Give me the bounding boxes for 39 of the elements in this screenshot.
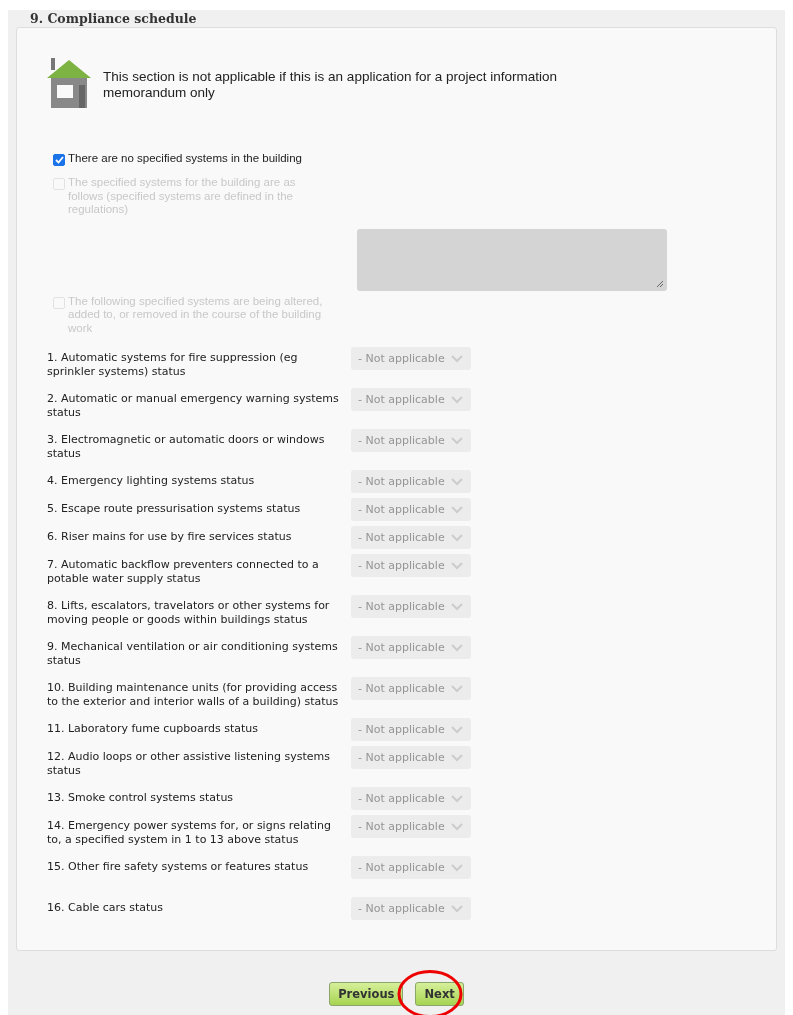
system-label: 7. Automatic backflow preventers connected to a potable water supply status <box>47 557 320 586</box>
system-label: 16. Cable cars status <box>47 900 165 915</box>
chevron-down-icon <box>451 354 463 363</box>
nav-button[interactable]: Next <box>415 982 464 1006</box>
system-label: 3. Electromagnetic or automatic doors or windows status <box>47 432 326 461</box>
chevron-down-icon <box>451 725 463 734</box>
system-label: 8. Lifts, escalators, travelators or other systems for moving people or goods within buildings status <box>47 598 331 627</box>
checkbox[interactable] <box>53 154 65 166</box>
system-label: 2. Automatic or manual emergency warning systems status <box>47 391 340 420</box>
chevron-down-icon <box>451 436 463 445</box>
notice-text: This section is not applicable if this is an application for a project information memorandum only <box>103 69 558 101</box>
chevron-down-icon <box>451 643 463 652</box>
chevron-down-icon <box>451 561 463 570</box>
system-label: 14. Emergency power systems for, or signs relating to, a specified system in 1 to 13 above status <box>47 818 333 847</box>
chevron-down-icon <box>451 602 463 611</box>
house-icon <box>47 56 91 108</box>
system-label: 5. Escape route pressurisation systems status <box>47 501 302 516</box>
system-label: 12. Audio loops or other assistive listening systems status <box>47 749 332 778</box>
resize-grip-icon[interactable] <box>656 279 664 288</box>
chevron-down-icon <box>451 684 463 693</box>
system-label: 1. Automatic systems for fire suppression (eg sprinkler systems) status <box>47 350 299 379</box>
system-label: 15. Other fire safety systems or features status <box>47 859 310 874</box>
chevron-down-icon <box>451 505 463 514</box>
nav-button[interactable]: Previous <box>329 982 404 1006</box>
chevron-down-icon <box>451 395 463 404</box>
chevron-down-icon <box>451 753 463 762</box>
chevron-down-icon <box>451 533 463 542</box>
chevron-down-icon <box>451 794 463 803</box>
system-label: 10. Building maintenance units (for providing access to the exterior and interior walls of a building) status <box>47 680 340 709</box>
system-label: 4. Emergency lighting systems status <box>47 473 256 488</box>
system-label: 9. Mechanical ventilation or air conditioning systems status <box>47 639 339 668</box>
checkbox-label: There are no specified systems in the building <box>68 152 303 166</box>
system-label: 11. Laboratory fume cupboards status <box>47 721 260 736</box>
chevron-down-icon <box>451 904 463 913</box>
system-label: 13. Smoke control systems status <box>47 790 235 805</box>
system-label: 6. Riser mains for use by fire services status <box>47 529 293 544</box>
chevron-down-icon <box>451 822 463 831</box>
chevron-down-icon <box>451 477 463 486</box>
chevron-down-icon <box>451 863 463 872</box>
